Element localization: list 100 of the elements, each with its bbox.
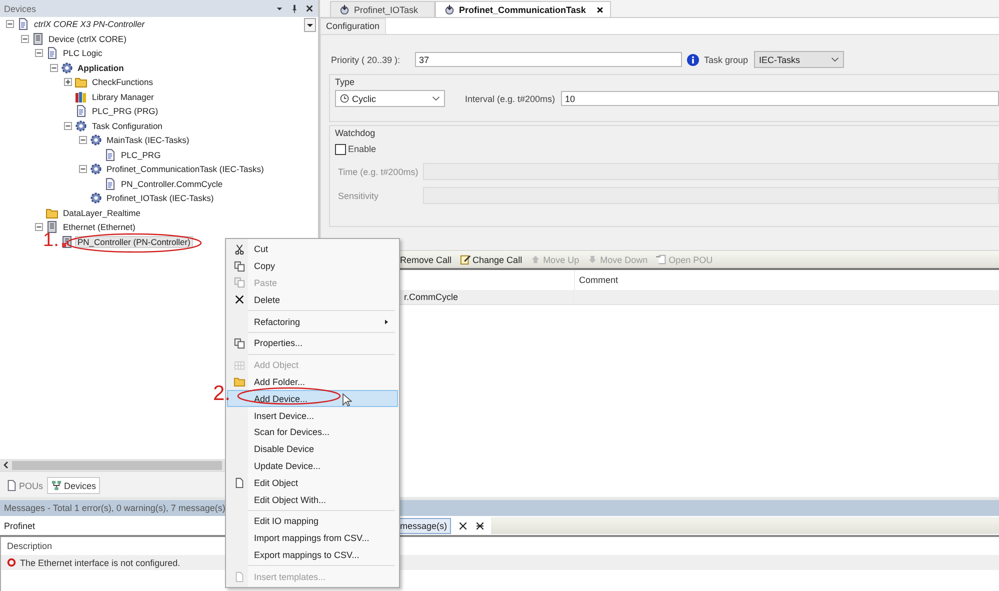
expander-icon[interactable] [35,223,43,232]
gear-icon [60,62,72,74]
error-icon [7,558,16,567]
menu-item[interactable]: Edit IO mapping [227,512,398,530]
menu-item[interactable]: Update Device... [227,458,398,474]
toolbar-button[interactable]: Remove Call [400,254,452,264]
copy-icon [234,260,244,272]
panel-tab[interactable]: POUs [2,477,48,494]
gear-icon [90,163,102,176]
tree-item[interactable]: PN_Controller.CommCycle [119,178,225,189]
expander-icon[interactable] [64,122,72,130]
document-icon [75,105,87,118]
arrow-up-icon [530,254,542,265]
tree-item[interactable]: PLC_PRG [119,150,163,160]
copy-icon [234,338,244,349]
menu-item[interactable]: Export mappings to CSV... [227,546,398,564]
tree-item[interactable]: PLC_PRG (PRG) [90,106,160,116]
field-label: Priority ( 20..39 ): [331,54,402,64]
group-title: Watchdog [335,128,376,139]
tree-item[interactable]: Application [76,62,126,73]
menu-item[interactable]: Delete [227,291,398,308]
priority-field[interactable]: 37 [415,52,682,67]
field-label: Interval (e.g. t#200ms) [465,94,556,104]
field-label: Sensitivity [337,190,380,200]
toolbar-button[interactable]: Change Call [460,254,522,265]
menu-item[interactable]: Insert Device... [227,407,398,424]
folder-icon [75,76,87,88]
menu-item[interactable]: Scan for Devices... [227,424,398,441]
folder-icon [234,376,244,388]
group-title: Type [335,77,356,88]
tree-item[interactable]: Library Manager [90,92,156,102]
document-icon [17,18,29,30]
tree-item[interactable]: PN_Controller (PN-Controller) [76,236,192,247]
message-text: The Ethernet interface is not configured. [20,558,180,568]
device-icon [46,221,58,234]
panel-title: Devices [4,4,38,14]
tree-item[interactable]: Profinet_CommunicationTask (IEC-Tasks) [104,164,266,174]
grid-icon [234,360,244,371]
document-icon [104,178,116,190]
checkbox-label: Enable [348,144,376,154]
document-icon [234,571,244,582]
document-icon [46,47,58,60]
menu-item[interactable]: Import mappings from CSV... [227,530,398,547]
tree-item[interactable]: Device (ctrlX CORE) [46,34,128,44]
expander-icon[interactable] [35,49,43,58]
close-icon[interactable] [596,6,604,14]
source-dropdown[interactable]: Profinet [0,520,224,530]
menu-item[interactable]: Disable Device [227,440,398,458]
menu-item[interactable]: Add Device... [227,390,398,408]
menu-item[interactable]: Properties... [227,334,398,352]
menu-item[interactable]: Cut [227,241,398,258]
close-icon[interactable] [305,4,314,13]
expander-icon[interactable] [78,165,86,174]
column-header[interactable]: Description [7,541,52,551]
expander-icon[interactable] [64,78,72,86]
tree-item[interactable]: ctrlX CORE X3 PN-Controller [32,19,147,30]
tree-item[interactable]: Ethernet (Ethernet) [61,222,138,232]
checkbox[interactable] [335,144,346,154]
expander-icon[interactable] [78,136,86,144]
device-icon [32,32,44,45]
menu-item[interactable]: Copy [227,258,398,275]
type-dropdown[interactable]: Cyclic [335,90,445,107]
delete-icon [234,294,244,306]
task-group-dropdown[interactable]: IEC-Tasks [754,51,844,68]
pencil-icon [460,254,471,265]
tree-item[interactable]: Task Configuration [90,120,164,131]
dropdown-button[interactable] [304,18,316,32]
interval-field[interactable]: 10 [561,91,999,106]
chevron-down-icon [831,57,840,62]
filter-button[interactable]: message(s) [399,518,452,534]
document-tab[interactable]: Profinet_CommunicationTask [435,1,611,17]
device-icon [60,236,72,248]
gear-icon [75,120,87,132]
tree-item[interactable]: Profinet_IOTask (IEC-Tasks) [104,193,216,204]
field-label: Task group [704,54,748,64]
clear-icon[interactable] [458,520,468,530]
expander-icon[interactable] [50,64,58,72]
expander-icon[interactable] [6,20,14,28]
tree-item[interactable]: PLC Logic [61,48,104,58]
clear-all-icon[interactable] [475,520,486,530]
editor-tab[interactable]: Configuration [320,18,386,34]
expander-icon[interactable] [20,34,28,43]
scroll-left-icon[interactable] [2,460,10,470]
document-tab[interactable]: Profinet_IOTask [330,1,436,17]
panel-tab[interactable]: Devices [47,477,100,494]
info-icon [687,54,699,66]
pin-icon[interactable] [290,4,299,13]
menu-item[interactable]: Edit Object [227,474,398,492]
tree-item[interactable]: DataLayer_Realtime [61,208,142,218]
messages-title: Messages - Total 1 error(s), 0 warning(s), 7 message(s) [4,503,226,513]
menu-item[interactable]: Edit Object With... [227,491,398,508]
gear-icon [90,134,102,146]
tree-item[interactable]: CheckFunctions [90,77,155,88]
field-label: Time (e.g. t#200ms) [337,166,420,176]
folder-icon [46,206,58,219]
column-header[interactable]: Comment [575,270,999,290]
network-icon [51,480,62,491]
menu-item[interactable]: Refactoring [227,313,398,330]
gear-icon [90,192,102,204]
tree-item[interactable]: MainTask (IEC-Tasks) [104,135,192,146]
